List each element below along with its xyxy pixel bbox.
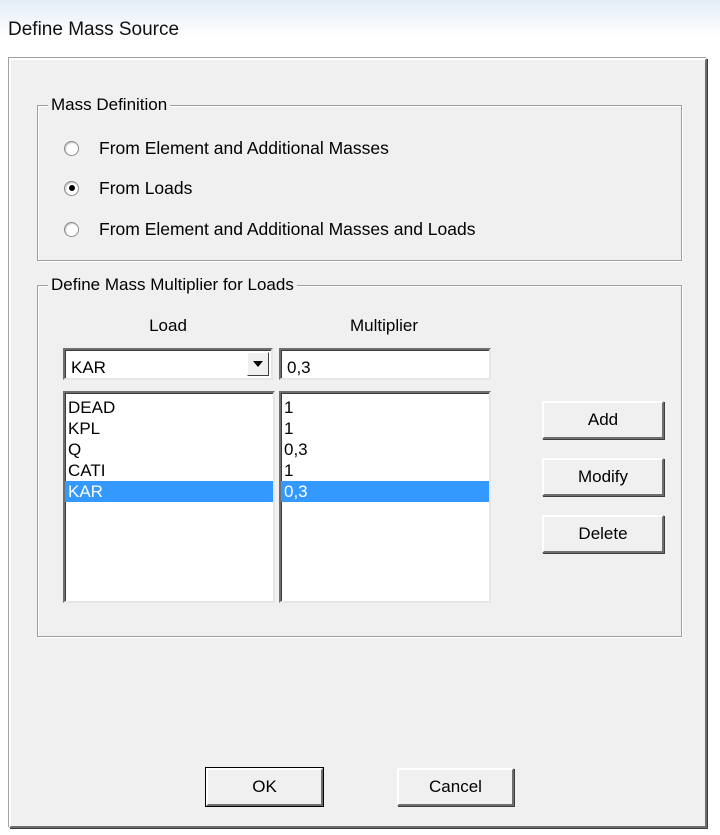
list-item[interactable]: 1 [281, 460, 489, 481]
radio-element-additional-masses[interactable]: From Element and Additional Masses [64, 136, 389, 160]
list-item[interactable]: 0,3 [281, 439, 489, 460]
mass-multiplier-group: Define Mass Multiplier for Loads Load Mu… [37, 274, 682, 637]
multiplier-list[interactable]: 1 1 0,3 1 0,3 [279, 391, 491, 603]
multiplier-column-header: Multiplier [349, 316, 419, 335]
mass-multiplier-legend: Define Mass Multiplier for Loads [48, 274, 297, 296]
radio-element-masses-and-loads[interactable]: From Element and Additional Masses and L… [64, 217, 475, 241]
multiplier-input[interactable]: 0,3 [279, 348, 491, 380]
list-item-selected[interactable]: 0,3 [281, 481, 489, 502]
cancel-button[interactable]: Cancel [397, 768, 514, 806]
load-column-header: Load [149, 316, 187, 335]
radio-from-loads[interactable]: From Loads [64, 176, 192, 200]
list-item-selected[interactable]: KAR [65, 481, 273, 502]
radio-indicator[interactable] [64, 140, 79, 156]
load-combo[interactable]: KAR [63, 348, 273, 380]
multiplier-input-value: 0,3 [287, 358, 311, 377]
dialog-body: Mass Definition From Element and Additio… [9, 58, 707, 828]
list-item[interactable]: KPL [65, 418, 273, 439]
radio-label: From Element and Additional Masses and L… [99, 218, 476, 239]
radio-indicator-selected[interactable] [64, 180, 79, 196]
chevron-down-icon[interactable] [247, 352, 269, 376]
modify-button[interactable]: Modify [542, 458, 664, 496]
add-button[interactable]: Add [542, 401, 664, 439]
load-list[interactable]: DEAD KPL Q CATI KAR [63, 391, 275, 603]
load-combo-value: KAR [71, 358, 106, 377]
mass-definition-group: Mass Definition From Element and Additio… [37, 94, 682, 261]
title-bar: Define Mass Source [0, 0, 720, 40]
mass-definition-legend: Mass Definition [48, 94, 171, 116]
list-item[interactable]: Q [65, 439, 273, 460]
radio-label: From Loads [99, 177, 193, 198]
list-item[interactable]: 1 [281, 418, 489, 439]
list-item[interactable]: 1 [281, 397, 489, 418]
radio-indicator[interactable] [64, 221, 79, 237]
radio-label: From Element and Additional Masses [99, 137, 389, 158]
list-item[interactable]: CATI [65, 460, 273, 481]
delete-button[interactable]: Delete [542, 515, 664, 553]
window-title: Define Mass Source [8, 19, 180, 40]
ok-button[interactable]: OK [205, 767, 324, 807]
list-item[interactable]: DEAD [65, 397, 273, 418]
